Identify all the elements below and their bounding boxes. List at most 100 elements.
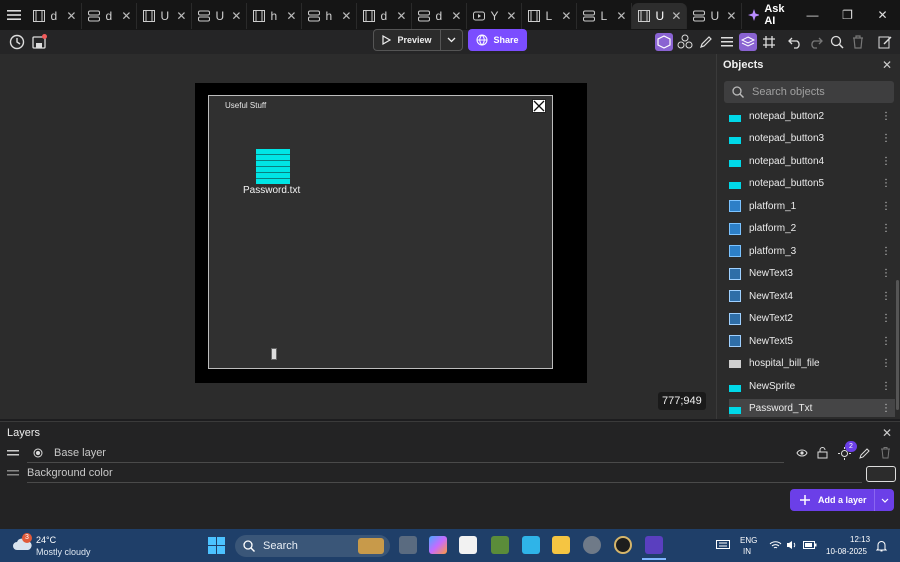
drag-handle-icon[interactable] xyxy=(7,449,19,457)
object-list-item[interactable]: hospital_bill_file ⋮ xyxy=(729,354,895,374)
edit-layer-icon[interactable] xyxy=(859,447,871,459)
redo-icon[interactable] xyxy=(807,33,825,51)
password-file-icon[interactable] xyxy=(256,149,290,184)
notification-bell-icon[interactable] xyxy=(876,540,887,552)
zoom-icon[interactable] xyxy=(828,33,846,51)
grid-icon[interactable] xyxy=(760,33,778,51)
browser-tab[interactable]: U ✕ xyxy=(137,3,193,29)
browser-tab[interactable]: U ✕ xyxy=(192,3,248,29)
ms-store-icon[interactable] xyxy=(459,536,477,554)
objects-scrollbar[interactable] xyxy=(896,280,899,410)
tab-close-icon[interactable]: ✕ xyxy=(726,9,736,23)
save-icon[interactable] xyxy=(30,33,48,51)
more-options-icon[interactable]: ⋮ xyxy=(881,223,891,234)
ask-ai-button[interactable]: Ask AI xyxy=(748,3,795,27)
radio-selected-icon[interactable] xyxy=(33,448,43,458)
add-layer-dropdown[interactable] xyxy=(874,489,894,511)
tab-close-icon[interactable]: ✕ xyxy=(506,9,516,23)
browser-tab[interactable]: d ✕ xyxy=(82,3,138,29)
taskbar-search-input[interactable]: Search xyxy=(235,535,390,557)
add-layer-button[interactable]: Add a layer xyxy=(790,489,894,511)
player-sprite[interactable] xyxy=(271,348,277,360)
notepad-icon[interactable] xyxy=(522,536,540,554)
browser-tab[interactable]: U ✕ xyxy=(632,3,688,29)
lock-icon[interactable] xyxy=(817,447,828,459)
gdevelop-icon[interactable] xyxy=(645,536,663,554)
windows-start-icon[interactable] xyxy=(208,537,225,554)
delete-icon[interactable] xyxy=(849,33,867,51)
preview-button[interactable]: Preview xyxy=(373,29,441,51)
object-list-item[interactable]: notepad_button2 ⋮ xyxy=(729,106,895,126)
object-groups-icon[interactable] xyxy=(676,33,694,51)
tab-close-icon[interactable]: ✕ xyxy=(66,9,76,23)
more-options-icon[interactable]: ⋮ xyxy=(881,313,891,324)
file-explorer-widget-icon[interactable] xyxy=(399,536,417,554)
more-options-icon[interactable]: ⋮ xyxy=(881,403,891,414)
object-list-item[interactable]: NewText2 ⋮ xyxy=(729,309,895,329)
hamburger-menu-icon[interactable] xyxy=(0,0,27,30)
game-close-icon[interactable] xyxy=(532,99,546,113)
visibility-eye-icon[interactable] xyxy=(796,448,808,458)
background-color-swatch[interactable] xyxy=(866,466,896,482)
battery-icon[interactable] xyxy=(803,541,817,549)
object-list-item[interactable]: platform_1 ⋮ xyxy=(729,196,895,216)
tab-close-icon[interactable]: ✕ xyxy=(451,9,461,23)
settings-gear-icon[interactable] xyxy=(583,536,601,554)
more-options-icon[interactable]: ⋮ xyxy=(881,246,891,257)
tab-close-icon[interactable]: ✕ xyxy=(176,9,186,23)
volume-icon[interactable] xyxy=(786,540,798,550)
object-list-item[interactable]: platform_2 ⋮ xyxy=(729,219,895,239)
object-list-item[interactable]: NewText3 ⋮ xyxy=(729,264,895,284)
edit-form-icon[interactable] xyxy=(876,33,894,51)
browser-tab[interactable]: d ✕ xyxy=(357,3,413,29)
browser-tab[interactable]: d ✕ xyxy=(27,3,83,29)
scene-objects-icon[interactable] xyxy=(655,33,673,51)
tab-close-icon[interactable]: ✕ xyxy=(396,9,406,23)
object-list-item[interactable]: NewText5 ⋮ xyxy=(729,331,895,351)
more-options-icon[interactable]: ⋮ xyxy=(881,201,891,212)
layers-stack-icon[interactable] xyxy=(739,33,757,51)
tab-close-icon[interactable]: ✕ xyxy=(341,9,351,23)
clock-date[interactable]: 10-08-2025 xyxy=(826,547,867,556)
tab-close-icon[interactable]: ✕ xyxy=(671,9,681,23)
more-options-icon[interactable]: ⋮ xyxy=(881,291,891,302)
minimize-icon[interactable]: — xyxy=(795,8,830,22)
undo-icon[interactable] xyxy=(786,33,804,51)
close-window-icon[interactable]: ✕ xyxy=(865,8,900,22)
object-list-item[interactable]: notepad_button3 ⋮ xyxy=(729,129,895,149)
more-options-icon[interactable]: ⋮ xyxy=(881,111,891,122)
object-list-item[interactable]: NewText4 ⋮ xyxy=(729,286,895,306)
object-list-item[interactable]: notepad_button5 ⋮ xyxy=(729,174,895,194)
layer-row-base[interactable]: Base layer xyxy=(0,443,900,463)
region-label[interactable]: IN xyxy=(743,547,751,556)
layers-panel-close-icon[interactable]: ✕ xyxy=(882,426,892,440)
folder-icon[interactable] xyxy=(552,536,570,554)
clock-time[interactable]: 12:13 xyxy=(850,535,870,544)
project-manager-icon[interactable] xyxy=(8,33,26,51)
scene-canvas[interactable]: Useful Stuff Password.txt 777;949 xyxy=(0,54,716,419)
more-options-icon[interactable]: ⋮ xyxy=(881,268,891,279)
browser-tab[interactable]: U ✕ xyxy=(687,3,743,29)
object-list-item[interactable]: notepad_button4 ⋮ xyxy=(729,151,895,171)
browser-tab[interactable]: h ✕ xyxy=(302,3,358,29)
browser-tab[interactable]: L ✕ xyxy=(522,3,578,29)
delete-layer-icon[interactable] xyxy=(880,447,891,459)
preview-dropdown-button[interactable] xyxy=(441,29,463,51)
browser-tab[interactable]: h ✕ xyxy=(247,3,303,29)
object-list-item[interactable]: NewSprite ⋮ xyxy=(729,376,895,396)
object-list-item[interactable]: Password_Txt ⋮ xyxy=(729,398,895,417)
maximize-icon[interactable]: ❐ xyxy=(830,8,865,22)
layer-row-background[interactable]: Background color xyxy=(0,463,900,483)
copilot-icon[interactable] xyxy=(429,536,447,554)
more-options-icon[interactable]: ⋮ xyxy=(881,381,891,392)
tab-close-icon[interactable]: ✕ xyxy=(561,9,571,23)
tab-close-icon[interactable]: ✕ xyxy=(616,9,626,23)
minecraft-icon[interactable] xyxy=(491,536,509,554)
tab-close-icon[interactable]: ✕ xyxy=(231,9,241,23)
more-options-icon[interactable]: ⋮ xyxy=(881,358,891,369)
browser-tab[interactable]: d ✕ xyxy=(412,3,468,29)
more-options-icon[interactable]: ⋮ xyxy=(881,156,891,167)
object-list-item[interactable]: platform_3 ⋮ xyxy=(729,241,895,261)
language-label[interactable]: ENG xyxy=(740,536,757,545)
more-options-icon[interactable]: ⋮ xyxy=(881,178,891,189)
